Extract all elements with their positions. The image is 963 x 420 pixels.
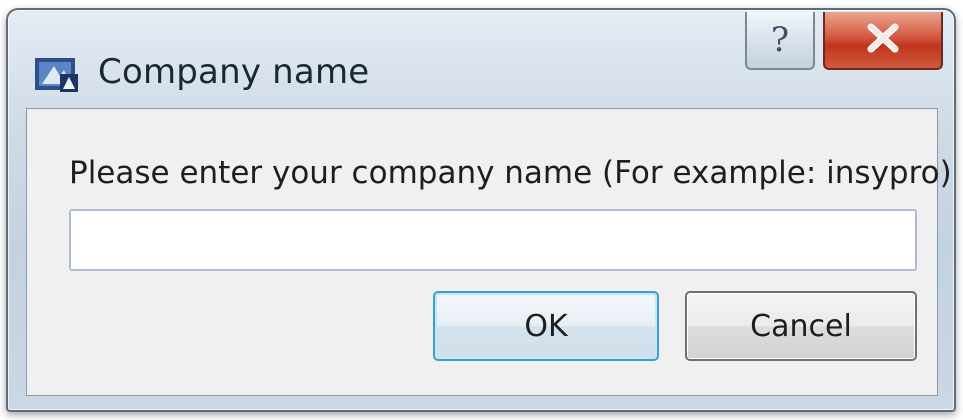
- ok-button[interactable]: OK: [433, 291, 659, 361]
- dialog-window: Company name ? Please enter your company…: [6, 8, 956, 412]
- help-icon: ?: [770, 20, 790, 60]
- close-icon: [865, 23, 901, 57]
- window-title: Company name: [98, 52, 370, 92]
- dialog-content: Please enter your company name (For exam…: [26, 108, 952, 396]
- application-icon: [34, 54, 80, 94]
- title-bar[interactable]: Company name ?: [8, 10, 954, 100]
- company-name-input[interactable]: [69, 209, 917, 271]
- cancel-button[interactable]: Cancel: [685, 291, 917, 361]
- prompt-label: Please enter your company name (For exam…: [69, 155, 952, 191]
- close-button[interactable]: [823, 12, 943, 70]
- help-button[interactable]: ?: [745, 12, 815, 70]
